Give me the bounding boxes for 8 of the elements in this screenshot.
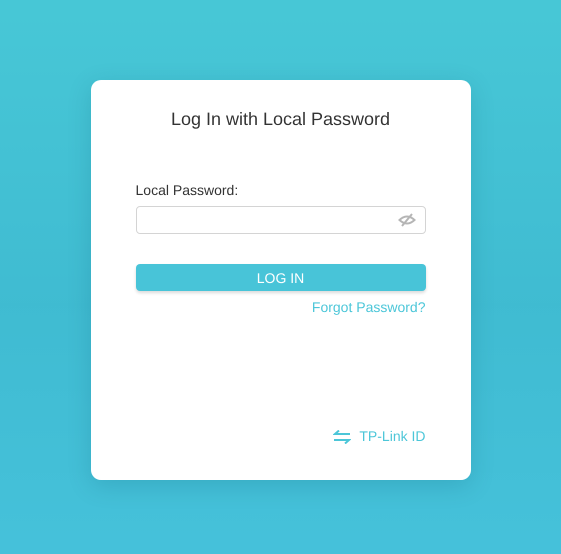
eye-slash-icon[interactable]: [396, 213, 416, 227]
tp-link-id-link[interactable]: TP-Link ID: [333, 428, 426, 445]
login-button[interactable]: LOG IN: [136, 264, 426, 291]
link-label: TP-Link ID: [359, 428, 426, 445]
forgot-password-link[interactable]: Forgot Password?: [312, 299, 426, 316]
field-label: Local Password:: [136, 182, 240, 199]
dialog-title: Log In with Local Password: [170, 108, 392, 130]
password-field[interactable]: [136, 206, 426, 234]
